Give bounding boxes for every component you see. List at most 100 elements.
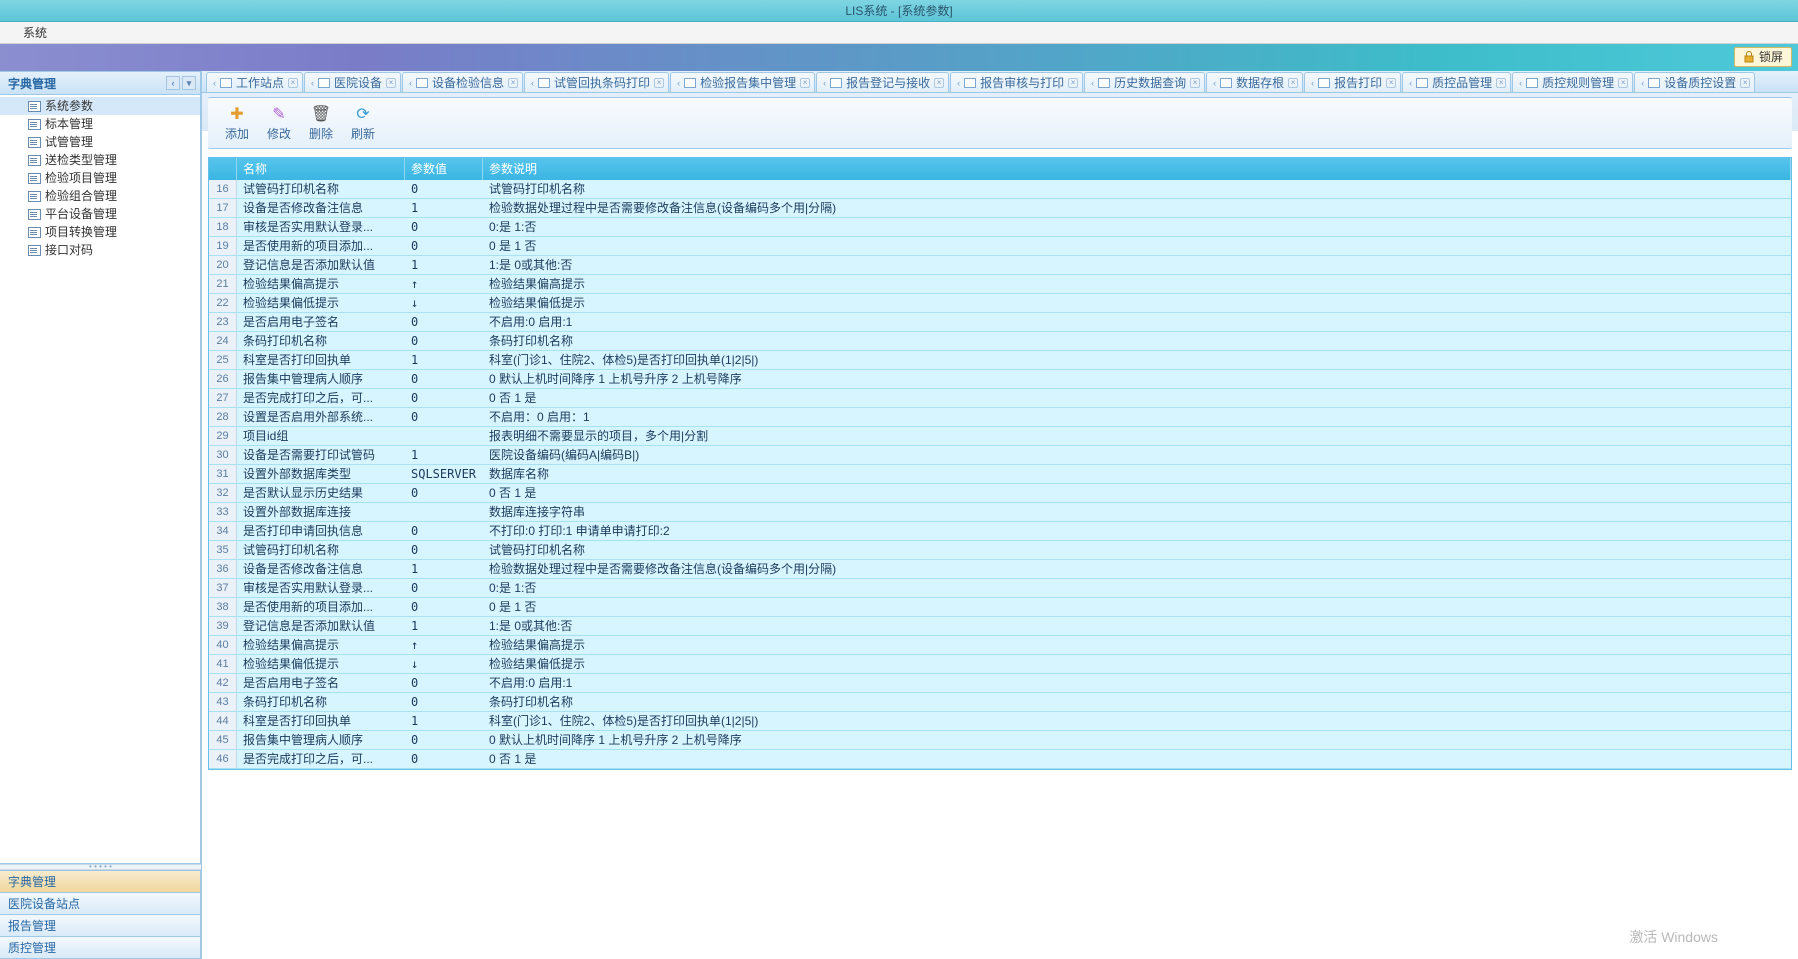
close-icon[interactable]: × bbox=[1068, 78, 1078, 88]
table-row[interactable]: 32是否默认显示历史结果00 否 1 是 bbox=[209, 484, 1791, 503]
table-row[interactable]: 33设置外部数据库连接数据库连接字符串 bbox=[209, 503, 1791, 522]
table-row[interactable]: 37审核是否实用默认登录...00:是 1:否 bbox=[209, 579, 1791, 598]
table-row[interactable]: 41检验结果偏低提示↓检验结果偏低提示 bbox=[209, 655, 1791, 674]
close-icon[interactable]: × bbox=[1288, 78, 1298, 88]
row-number: 42 bbox=[209, 674, 237, 692]
close-icon[interactable]: × bbox=[1618, 78, 1628, 88]
table-row[interactable]: 36设备是否修改备注信息1检验数据处理过程中是否需要修改备注信息(设备编码多个用… bbox=[209, 560, 1791, 579]
sidebar-item-label: 送检类型管理 bbox=[45, 151, 117, 169]
sidebar-item[interactable]: 检验组合管理 bbox=[0, 187, 200, 205]
table-row[interactable]: 25科室是否打印回执单1科室(门诊1、住院2、体检5)是否打印回执单(1|2|5… bbox=[209, 351, 1791, 370]
table-row[interactable]: 23是否启用电子签名0不启用:0 启用:1 bbox=[209, 313, 1791, 332]
table-row[interactable]: 28设置是否启用外部系统...0不启用：0 启用：1 bbox=[209, 408, 1791, 427]
collapse-left-icon[interactable]: ‹ bbox=[166, 76, 180, 90]
table-row[interactable]: 22检验结果偏低提示↓检验结果偏低提示 bbox=[209, 294, 1791, 313]
tab[interactable]: ‹医院设备× bbox=[304, 72, 401, 92]
tab[interactable]: ‹数据存根× bbox=[1206, 72, 1303, 92]
sidebar-item[interactable]: 接口对码 bbox=[0, 241, 200, 259]
menu-system[interactable]: 系统 bbox=[15, 26, 55, 40]
chevron-left-icon: ‹ bbox=[1519, 78, 1522, 88]
table-row[interactable]: 27是否完成打印之后，可...00 否 1 是 bbox=[209, 389, 1791, 408]
table-row[interactable]: 43条码打印机名称0条码打印机名称 bbox=[209, 693, 1791, 712]
table-row[interactable]: 39登记信息是否添加默认值11:是 0或其他:否 bbox=[209, 617, 1791, 636]
close-icon[interactable]: × bbox=[1190, 78, 1200, 88]
sidebar-item[interactable]: 检验项目管理 bbox=[0, 169, 200, 187]
tab[interactable]: ‹质控品管理× bbox=[1402, 72, 1511, 92]
table-row[interactable]: 18审核是否实用默认登录...00:是 1:否 bbox=[209, 218, 1791, 237]
table-row[interactable]: 44科室是否打印回执单1科室(门诊1、住院2、体检5)是否打印回执单(1|2|5… bbox=[209, 712, 1791, 731]
refresh-button[interactable]: ⟳ 刷新 bbox=[342, 100, 384, 146]
row-number: 39 bbox=[209, 617, 237, 635]
tab[interactable]: ‹设备质控设置× bbox=[1634, 72, 1755, 92]
sidebar-item[interactable]: 标本管理 bbox=[0, 115, 200, 133]
sidebar-item-label: 平台设备管理 bbox=[45, 205, 117, 223]
tab[interactable]: ‹工作站点× bbox=[206, 72, 303, 92]
table-row[interactable]: 21检验结果偏高提示↑检验结果偏高提示 bbox=[209, 275, 1791, 294]
accordion-item[interactable]: 报告管理 bbox=[0, 915, 200, 937]
grid-body[interactable]: 16试管码打印机名称0试管码打印机名称17设备是否修改备注信息1检验数据处理过程… bbox=[209, 180, 1791, 769]
row-desc: 数据库连接字符串 bbox=[483, 503, 1791, 521]
table-row[interactable]: 46是否完成打印之后，可...00 否 1 是 bbox=[209, 750, 1791, 769]
row-desc: 医院设备编码(编码A|编码B|) bbox=[483, 446, 1791, 464]
tab[interactable]: ‹设备检验信息× bbox=[402, 72, 523, 92]
close-icon[interactable]: × bbox=[1740, 78, 1750, 88]
table-row[interactable]: 35试管码打印机名称0试管码打印机名称 bbox=[209, 541, 1791, 560]
grid-header-value[interactable]: 参数值 bbox=[405, 158, 483, 180]
tab[interactable]: ‹质控规则管理× bbox=[1512, 72, 1633, 92]
row-desc: 不打印:0 打印:1 申请单申请打印:2 bbox=[483, 522, 1791, 540]
sidebar-item[interactable]: 平台设备管理 bbox=[0, 205, 200, 223]
table-row[interactable]: 45报告集中管理病人顺序00 默认上机时间降序 1 上机号升序 2 上机号降序 bbox=[209, 731, 1791, 750]
table-row[interactable]: 19是否使用新的项目添加...00 是 1 否 bbox=[209, 237, 1791, 256]
edit-button[interactable]: ✎ 修改 bbox=[258, 100, 300, 146]
table-row[interactable]: 40检验结果偏高提示↑检验结果偏高提示 bbox=[209, 636, 1791, 655]
tab[interactable]: ‹历史数据查询× bbox=[1084, 72, 1205, 92]
close-icon[interactable]: × bbox=[934, 78, 944, 88]
grid-header-desc[interactable]: 参数说明 bbox=[483, 158, 1791, 180]
tab[interactable]: ‹报告登记与接收× bbox=[816, 72, 949, 92]
tab[interactable]: ‹报告审核与打印× bbox=[950, 72, 1083, 92]
tab[interactable]: ‹报告打印× bbox=[1304, 72, 1401, 92]
tab[interactable]: ‹试管回执条码打印× bbox=[524, 72, 669, 92]
chevron-left-icon: ‹ bbox=[531, 78, 534, 88]
close-icon[interactable]: × bbox=[386, 78, 396, 88]
collapse-down-icon[interactable]: ▾ bbox=[182, 76, 196, 90]
table-row[interactable]: 20登记信息是否添加默认值11:是 0或其他:否 bbox=[209, 256, 1791, 275]
table-row[interactable]: 42是否启用电子签名0不启用:0 启用:1 bbox=[209, 674, 1791, 693]
row-name: 设置外部数据库类型 bbox=[237, 465, 405, 483]
accordion-item[interactable]: 字典管理 bbox=[0, 871, 200, 893]
table-row[interactable]: 17设备是否修改备注信息1检验数据处理过程中是否需要修改备注信息(设备编码多个用… bbox=[209, 199, 1791, 218]
table-row[interactable]: 38是否使用新的项目添加...00 是 1 否 bbox=[209, 598, 1791, 617]
sidebar-item[interactable]: 系统参数 bbox=[0, 97, 200, 115]
accordion-item[interactable]: 质控管理 bbox=[0, 937, 200, 959]
grid-header-name[interactable]: 名称 bbox=[237, 158, 405, 180]
table-row[interactable]: 30设备是否需要打印试管码1医院设备编码(编码A|编码B|) bbox=[209, 446, 1791, 465]
table-row[interactable]: 16试管码打印机名称0试管码打印机名称 bbox=[209, 180, 1791, 199]
close-icon[interactable]: × bbox=[800, 78, 810, 88]
close-icon[interactable]: × bbox=[288, 78, 298, 88]
table-row[interactable]: 34是否打印申请回执信息0不打印:0 打印:1 申请单申请打印:2 bbox=[209, 522, 1791, 541]
close-icon[interactable]: × bbox=[654, 78, 664, 88]
row-number: 34 bbox=[209, 522, 237, 540]
table-row[interactable]: 26报告集中管理病人顺序00 默认上机时间降序 1 上机号升序 2 上机号降序 bbox=[209, 370, 1791, 389]
add-button[interactable]: ✚ 添加 bbox=[216, 100, 258, 146]
close-icon[interactable]: × bbox=[1496, 78, 1506, 88]
table-row[interactable]: 24条码打印机名称0条码打印机名称 bbox=[209, 332, 1791, 351]
toolbar: ✚ 添加 ✎ 修改 🗑 删除 ⟳ 刷新 bbox=[208, 97, 1792, 149]
document-icon bbox=[684, 78, 696, 88]
tab[interactable]: ‹检验报告集中管理× bbox=[670, 72, 815, 92]
sidebar-item-label: 接口对码 bbox=[45, 241, 93, 259]
close-icon[interactable]: × bbox=[1386, 78, 1396, 88]
sidebar-item[interactable]: 项目转换管理 bbox=[0, 223, 200, 241]
chevron-left-icon: ‹ bbox=[213, 78, 216, 88]
table-row[interactable]: 29项目id组报表明细不需要显示的项目，多个用|分割 bbox=[209, 427, 1791, 446]
close-icon[interactable]: × bbox=[508, 78, 518, 88]
table-row[interactable]: 31设置外部数据库类型SQLSERVER数据库名称 bbox=[209, 465, 1791, 484]
accordion-item[interactable]: 医院设备站点 bbox=[0, 893, 200, 915]
sidebar-item[interactable]: 送检类型管理 bbox=[0, 151, 200, 169]
lock-screen-button[interactable]: 锁屏 bbox=[1734, 47, 1792, 67]
delete-button[interactable]: 🗑 删除 bbox=[300, 100, 342, 146]
sidebar-item[interactable]: 试管管理 bbox=[0, 133, 200, 151]
row-desc: 条码打印机名称 bbox=[483, 332, 1791, 350]
row-desc: 0 是 1 否 bbox=[483, 598, 1791, 616]
row-name: 科室是否打印回执单 bbox=[237, 712, 405, 730]
